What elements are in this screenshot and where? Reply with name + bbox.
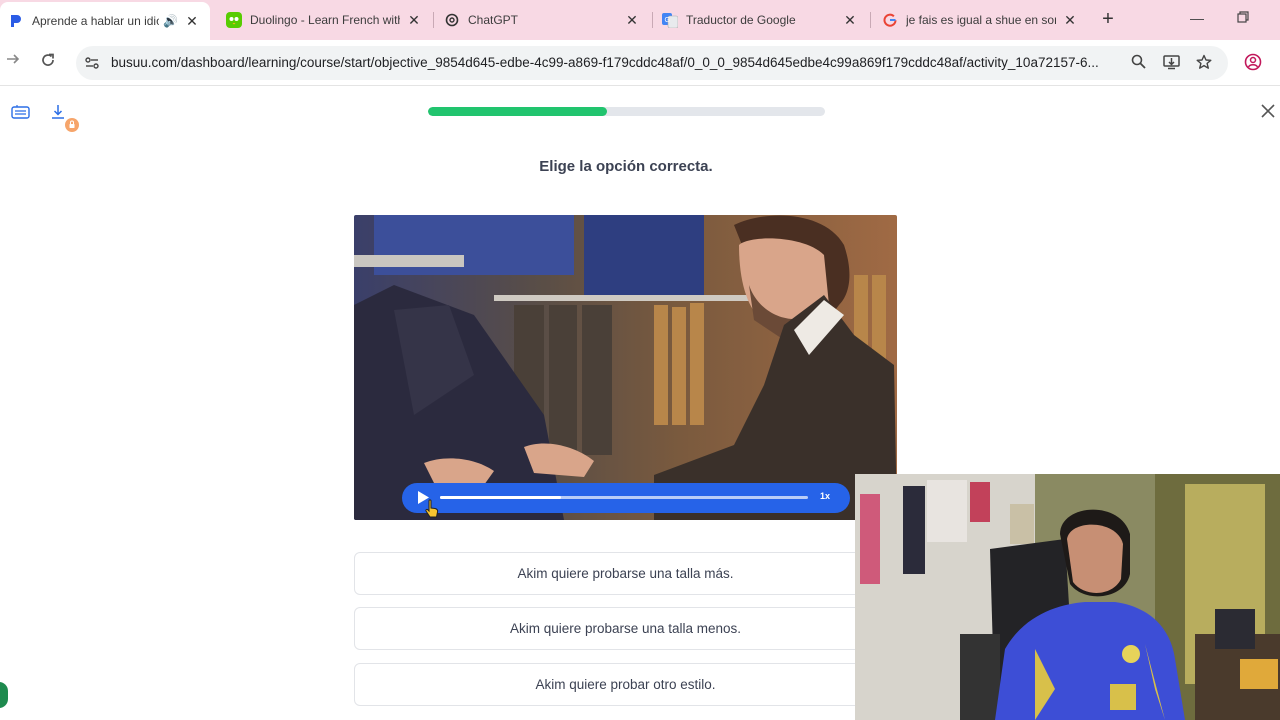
close-tab-icon[interactable]: ✕	[184, 13, 200, 30]
tab-duolingo[interactable]: Duolingo - Learn French with ✕	[218, 0, 432, 40]
new-tab-button[interactable]: +	[1098, 9, 1118, 30]
close-lesson-icon[interactable]	[1260, 102, 1276, 125]
browser-tab-bar: Aprende a hablar un idioma 🔊 ✕ Duolingo …	[0, 0, 1280, 40]
audio-player: 1x	[402, 483, 850, 513]
extension-widget-icon[interactable]	[0, 682, 8, 708]
speaker-icon[interactable]: 🔊	[163, 14, 178, 28]
reload-icon[interactable]	[40, 52, 56, 73]
tab-title: je fais es igual a shue en son	[906, 13, 1056, 27]
tab-title: ChatGPT	[468, 13, 519, 27]
tab-title: Aprende a hablar un idioma	[32, 14, 159, 28]
zoom-icon[interactable]	[1131, 54, 1146, 73]
close-tab-icon[interactable]: ✕	[406, 12, 422, 29]
tab-separator	[870, 12, 871, 28]
exercise-image	[354, 215, 897, 520]
duolingo-icon	[226, 12, 242, 28]
bookmark-star-icon[interactable]	[1196, 54, 1212, 74]
restore-icon[interactable]	[1237, 10, 1249, 26]
audio-seek-bar[interactable]	[440, 496, 808, 499]
answer-option[interactable]: Akim quiere probar otro estilo.	[354, 663, 897, 706]
audio-played-fill	[440, 496, 562, 499]
tab-busuu[interactable]: Aprende a hablar un idioma 🔊 ✕	[0, 2, 210, 40]
svg-text:G: G	[665, 17, 670, 24]
address-bar[interactable]: busuu.com/dashboard/learning/course/star…	[76, 46, 1228, 80]
close-tab-icon[interactable]: ✕	[842, 12, 858, 29]
minimize-icon[interactable]: —	[1190, 10, 1204, 26]
forward-icon[interactable]	[6, 52, 20, 71]
answer-option[interactable]: Akim quiere probarse una talla menos.	[354, 607, 897, 650]
profile-icon[interactable]	[1244, 53, 1262, 76]
tab-title: Traductor de Google	[686, 13, 796, 27]
close-tab-icon[interactable]: ✕	[1062, 12, 1078, 29]
lesson-progress-fill	[428, 107, 607, 116]
browser-toolbar: busuu.com/dashboard/learning/course/star…	[0, 40, 1280, 86]
google-icon	[882, 12, 898, 28]
keyboard-icon[interactable]	[11, 104, 30, 125]
tab-chatgpt[interactable]: ChatGPT ✕	[436, 0, 650, 40]
tab-title: Duolingo - Learn French with	[250, 13, 400, 27]
url-text[interactable]: busuu.com/dashboard/learning/course/star…	[111, 55, 1111, 70]
close-tab-icon[interactable]: ✕	[624, 12, 640, 29]
tab-google-translate[interactable]: G Traductor de Google ✕	[654, 0, 868, 40]
download-lesson-icon[interactable]	[50, 103, 82, 140]
webcam-overlay	[855, 474, 1280, 720]
busuu-icon	[8, 13, 24, 29]
lesson-progress-bar	[428, 107, 825, 116]
site-settings-icon[interactable]	[84, 55, 100, 76]
install-app-icon[interactable]	[1163, 54, 1180, 74]
answer-option[interactable]: Akim quiere probarse una talla más.	[354, 552, 897, 595]
google-translate-icon: G	[662, 12, 678, 28]
tab-separator	[652, 12, 653, 28]
tab-google-search[interactable]: je fais es igual a shue en son ✕	[874, 0, 1088, 40]
exercise-instruction: Elige la opción correcta.	[539, 158, 713, 175]
playback-speed-button[interactable]: 1x	[820, 491, 830, 501]
mouse-pointer-icon	[424, 498, 440, 525]
tab-separator	[433, 12, 434, 28]
chatgpt-icon	[444, 12, 460, 28]
